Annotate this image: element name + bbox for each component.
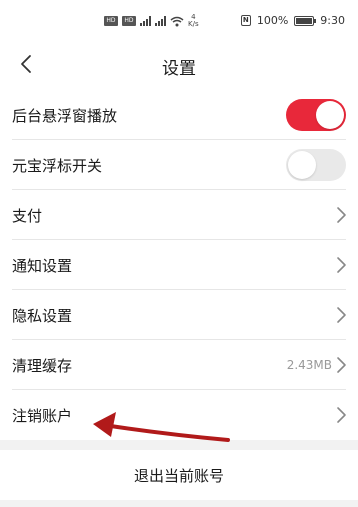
setting-clear-cache[interactable]: 清理缓存 2.43MB (0, 340, 358, 390)
wifi-icon (170, 16, 184, 26)
battery-percent: 100% (256, 14, 289, 27)
chevron-right-icon (337, 307, 346, 323)
signal-2-icon (155, 16, 166, 26)
setting-label: 支付 (12, 206, 43, 225)
setting-floating-window: 后台悬浮窗播放 (0, 90, 358, 140)
sim2-badge: HD (122, 16, 136, 26)
header: 设置 (0, 40, 358, 88)
status-right: N 100% 9:30 (240, 14, 345, 27)
logout-button[interactable]: 退出当前账号 (0, 450, 358, 500)
chevron-right-icon (337, 357, 346, 373)
floating-window-toggle[interactable] (286, 99, 346, 131)
setting-label: 元宝浮标开关 (12, 156, 103, 175)
cache-size: 2.43MB (286, 358, 332, 372)
setting-label: 注销账户 (12, 406, 73, 425)
setting-label: 清理缓存 (12, 356, 73, 375)
setting-yuanbao-float: 元宝浮标开关 (0, 140, 358, 190)
chevron-right-icon (337, 257, 346, 273)
network-speed-unit: K/s (188, 20, 199, 28)
setting-privacy[interactable]: 隐私设置 (0, 290, 358, 340)
status-icons: HD HD 4 K/s (104, 14, 199, 28)
nfc-icon: N (240, 15, 251, 26)
setting-label: 通知设置 (12, 256, 73, 275)
sim1-badge: HD (104, 16, 118, 26)
bottom-divider (0, 500, 358, 507)
setting-delete-account[interactable]: 注销账户 (0, 390, 358, 440)
battery-icon (294, 15, 317, 26)
settings-list: 后台悬浮窗播放 元宝浮标开关 支付 通知设置 隐私设置 清理缓存 2.43MB … (0, 90, 358, 440)
page-title: 设置 (162, 59, 196, 79)
signal-1-icon (140, 16, 151, 26)
yuanbao-float-toggle[interactable] (286, 149, 346, 181)
toggle-knob (316, 101, 344, 129)
clock: 9:30 (320, 14, 345, 27)
chevron-right-icon (337, 207, 346, 223)
setting-payment[interactable]: 支付 (0, 190, 358, 240)
setting-label: 后台悬浮窗播放 (12, 106, 118, 125)
network-speed: 4 K/s (188, 14, 199, 28)
section-divider (0, 440, 358, 450)
setting-label: 隐私设置 (12, 306, 73, 325)
setting-notifications[interactable]: 通知设置 (0, 240, 358, 290)
status-bar: HD HD 4 K/s N 100% 9:30 (0, 0, 358, 40)
chevron-right-icon (337, 407, 346, 423)
toggle-knob (288, 151, 316, 179)
